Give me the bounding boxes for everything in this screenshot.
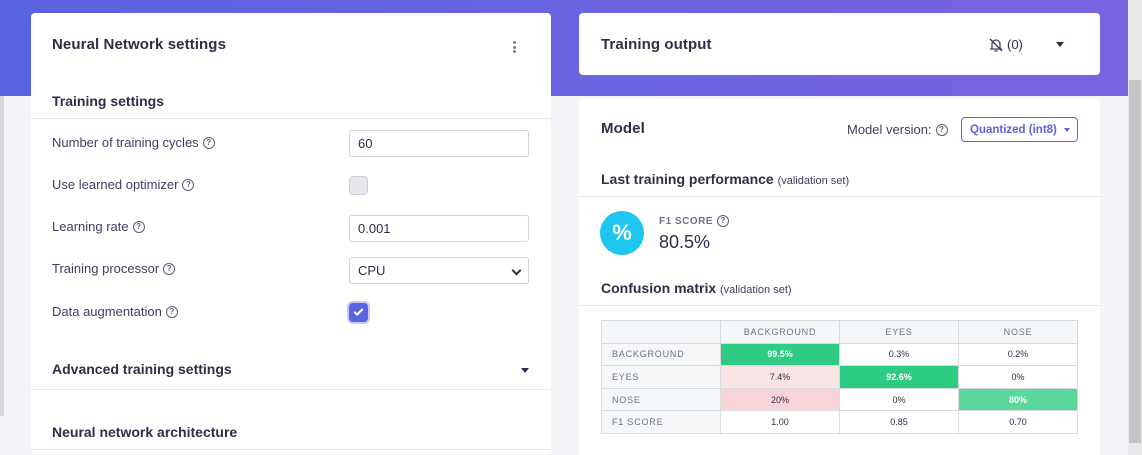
matrix-cell: 99.5% <box>720 342 840 367</box>
processor-label-text: Training processor <box>52 261 160 276</box>
f1-score-value: 80.5% <box>659 232 711 252</box>
f1-score-badge: % <box>600 211 644 255</box>
model-title: Model <box>601 120 645 137</box>
row-header: NOSE <box>601 387 721 412</box>
matrix-cell: 0.70 <box>958 410 1078 434</box>
model-card: Model Model version: ? Quantized (int8) … <box>579 99 1100 455</box>
nn-settings-title: Neural Network settings <box>52 36 227 53</box>
training-processor-select[interactable]: CPU <box>349 257 529 284</box>
column-header: NOSE <box>958 320 1078 344</box>
matrix-cell: 0.3% <box>839 342 959 367</box>
help-icon[interactable]: ? <box>717 215 730 227</box>
training-output-card: Training output (0) <box>579 13 1100 75</box>
optimizer-label: Use learned optimizer ? <box>52 177 195 192</box>
row-header: EYES <box>601 365 721 389</box>
matrix-cell: 0% <box>958 365 1078 389</box>
augmentation-label-text: Data augmentation <box>52 304 162 319</box>
row-header: BACKGROUND <box>601 342 721 367</box>
chevron-down-icon <box>511 265 522 276</box>
f1-score-label-text: F1 SCORE <box>659 215 714 227</box>
last-perf-heading-text: Last training performance <box>601 171 774 187</box>
training-cycles-input[interactable]: 60 <box>349 130 529 157</box>
model-version-label: Model version: ? <box>847 122 948 137</box>
confusion-heading-text: Confusion matrix <box>601 280 717 296</box>
table-row: EYES 7.4% 92.6% 0% <box>601 365 1078 389</box>
page-left-edge <box>0 96 4 416</box>
augmentation-label: Data augmentation ? <box>52 304 178 319</box>
cycles-label: Number of training cycles ? <box>52 135 215 150</box>
help-icon[interactable]: ? <box>163 262 176 275</box>
optimizer-label-text: Use learned optimizer <box>52 177 179 192</box>
confusion-matrix-table: BACKGROUND EYES NOSE BACKGROUND 99.5% 0.… <box>601 320 1078 434</box>
help-icon[interactable]: ? <box>132 220 145 233</box>
notification-count: (0) <box>1007 37 1023 52</box>
matrix-cell: 92.6% <box>839 365 959 389</box>
column-header: EYES <box>839 320 959 344</box>
divider <box>579 305 1100 306</box>
neural-network-settings-card: Neural Network settings Training setting… <box>31 13 551 455</box>
kebab-menu-icon[interactable] <box>513 41 517 53</box>
confusion-note: (validation set) <box>720 284 792 296</box>
training-output-title: Training output <box>601 36 712 53</box>
checkmark-icon <box>353 306 364 317</box>
processor-label: Training processor ? <box>52 261 176 276</box>
chevron-down-icon[interactable] <box>1056 42 1064 47</box>
column-header: BACKGROUND <box>720 320 840 344</box>
divider <box>579 196 1100 197</box>
scrollbar-thumb[interactable] <box>1129 80 1141 443</box>
model-version-value: Quantized (int8) <box>970 123 1057 136</box>
table-header-row: BACKGROUND EYES NOSE <box>601 320 1078 344</box>
model-version-label-text: Model version: <box>847 122 932 137</box>
learning-rate-label-text: Learning rate <box>52 219 129 234</box>
training-cycles-value: 60 <box>358 136 373 151</box>
advanced-training-heading[interactable]: Advanced training settings <box>52 361 232 377</box>
matrix-cell: 0% <box>839 387 959 412</box>
matrix-cell: 0.2% <box>958 342 1078 367</box>
divider <box>31 389 551 390</box>
help-icon[interactable]: ? <box>182 178 195 191</box>
table-corner-cell <box>601 320 721 344</box>
matrix-cell: 0.85 <box>839 410 959 434</box>
nn-architecture-heading: Neural network architecture <box>52 424 238 440</box>
training-processor-value: CPU <box>358 263 386 278</box>
last-training-performance-heading: Last training performance (validation se… <box>601 171 849 187</box>
last-perf-note: (validation set) <box>777 175 850 187</box>
divider <box>31 449 551 450</box>
divider <box>31 118 551 119</box>
bell-off-icon[interactable] <box>988 37 1004 53</box>
matrix-cell: 80% <box>958 387 1078 412</box>
cycles-label-text: Number of training cycles <box>52 135 199 150</box>
scrollbar-track[interactable] <box>1128 0 1142 455</box>
f1-score-label: F1 SCORE ? <box>659 215 730 227</box>
training-settings-heading: Training settings <box>52 93 165 109</box>
row-header: F1 SCORE <box>601 410 721 434</box>
learning-rate-label: Learning rate ? <box>52 219 145 234</box>
table-row: NOSE 20% 0% 80% <box>601 387 1078 412</box>
help-icon[interactable]: ? <box>202 136 215 149</box>
chevron-down-icon <box>1064 128 1070 132</box>
confusion-matrix-heading: Confusion matrix (validation set) <box>601 280 792 296</box>
help-icon[interactable]: ? <box>165 305 178 318</box>
matrix-cell: 7.4% <box>720 365 840 389</box>
learning-rate-input[interactable]: 0.001 <box>349 215 529 242</box>
chevron-down-icon[interactable] <box>521 368 529 373</box>
learned-optimizer-checkbox[interactable] <box>349 176 368 195</box>
table-row: F1 SCORE 1.00 0.85 0.70 <box>601 410 1078 434</box>
data-augmentation-checkbox[interactable] <box>349 303 368 322</box>
matrix-cell: 20% <box>720 387 840 412</box>
learning-rate-value: 0.001 <box>358 221 391 236</box>
model-version-select[interactable]: Quantized (int8) <box>961 117 1078 142</box>
matrix-cell: 1.00 <box>720 410 840 434</box>
table-row: BACKGROUND 99.5% 0.3% 0.2% <box>601 342 1078 367</box>
help-icon[interactable]: ? <box>935 123 948 136</box>
